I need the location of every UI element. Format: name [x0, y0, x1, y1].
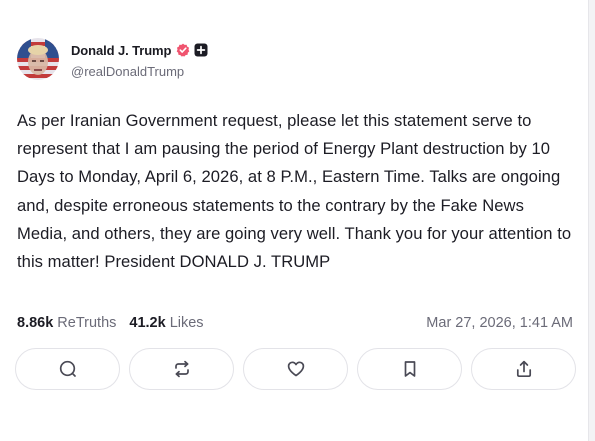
share-icon [514, 359, 534, 379]
likes-label[interactable]: Likes [170, 315, 204, 331]
retruth-button[interactable] [129, 348, 234, 390]
avatar[interactable] [17, 38, 59, 80]
author-name-row: Donald J. Trump [71, 41, 208, 59]
bookmark-button[interactable] [357, 348, 462, 390]
avatar-image [17, 38, 59, 80]
comment-icon [58, 359, 78, 379]
heart-icon [286, 359, 306, 379]
repost-icon [172, 359, 192, 379]
action-bar [15, 348, 576, 390]
verified-badge-icon [176, 43, 190, 57]
post-timestamp[interactable]: Mar 27, 2026, 1:41 AM [426, 313, 573, 333]
share-button[interactable] [471, 348, 576, 390]
post-stats: 8.86k ReTruths 41.2k Likes [17, 313, 204, 333]
retruths-label[interactable]: ReTruths [57, 315, 116, 331]
post-body-text: As per Iranian Government request, pleas… [17, 111, 572, 272]
reply-button[interactable] [15, 348, 120, 390]
author-handle[interactable]: @realDonaldTrump [71, 64, 184, 79]
likes-count[interactable]: 41.2k [129, 315, 165, 331]
retruths-count[interactable]: 8.86k [17, 315, 53, 331]
author-display-name[interactable]: Donald J. Trump [71, 43, 171, 58]
plus-badge-icon [194, 43, 208, 57]
like-button[interactable] [243, 348, 348, 390]
bookmark-icon [400, 359, 420, 379]
post-card: Donald J. Trump @realDonaldTrump As per … [0, 0, 589, 441]
